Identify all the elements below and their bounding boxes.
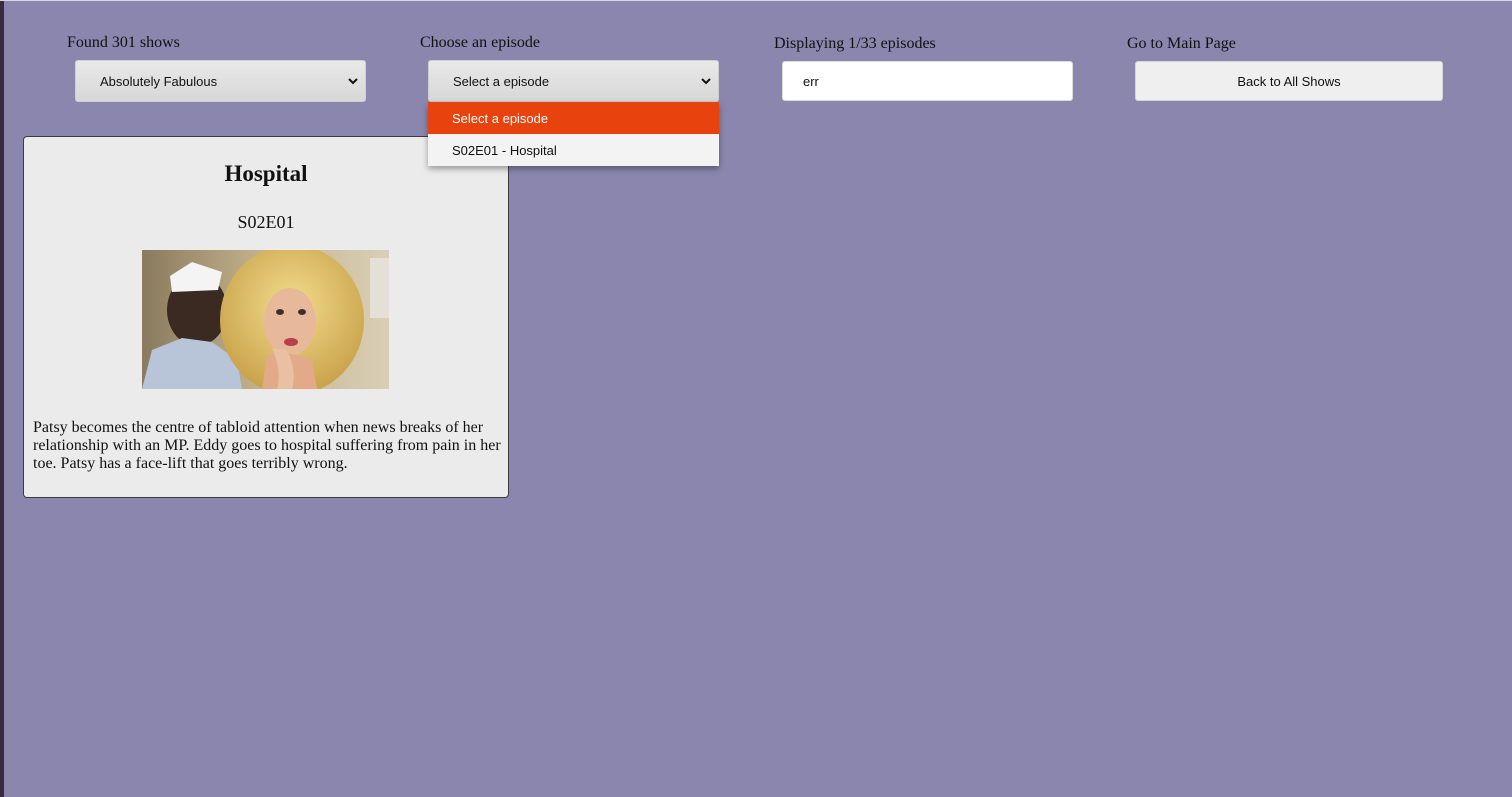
episode-select[interactable]: Select a episode — [428, 60, 719, 102]
search-input[interactable] — [782, 61, 1073, 101]
episode-summary: Patsy becomes the centre of tabloid atte… — [33, 419, 501, 472]
dropdown-option-episode[interactable]: S02E01 - Hospital — [428, 134, 719, 166]
top-border — [0, 0, 1512, 1]
episode-card: Hospital S02E01 Patsy becomes the centre… — [23, 136, 509, 498]
show-select-value: Absolutely Fabulous — [100, 73, 218, 89]
episode-select-label: Choose an episode — [420, 34, 540, 51]
episode-image — [142, 250, 389, 389]
episode-code: S02E01 — [237, 212, 295, 232]
shows-count-label: Found 301 shows — [67, 34, 180, 51]
chevron-down-icon — [701, 78, 711, 85]
show-select[interactable]: Absolutely Fabulous — [75, 60, 366, 102]
episodes-count-label: Displaying 1/33 episodes — [774, 35, 936, 52]
main-page-label: Go to Main Page — [1127, 35, 1236, 52]
episode-select-value: Select a episode — [453, 73, 550, 89]
episode-dropdown: Select a episode S02E01 - Hospital — [428, 102, 719, 166]
chevron-down-icon — [348, 78, 358, 85]
dropdown-option-placeholder[interactable]: Select a episode — [428, 102, 719, 134]
window-edge — [0, 0, 4, 797]
back-to-all-shows-button[interactable]: Back to All Shows — [1135, 61, 1443, 101]
